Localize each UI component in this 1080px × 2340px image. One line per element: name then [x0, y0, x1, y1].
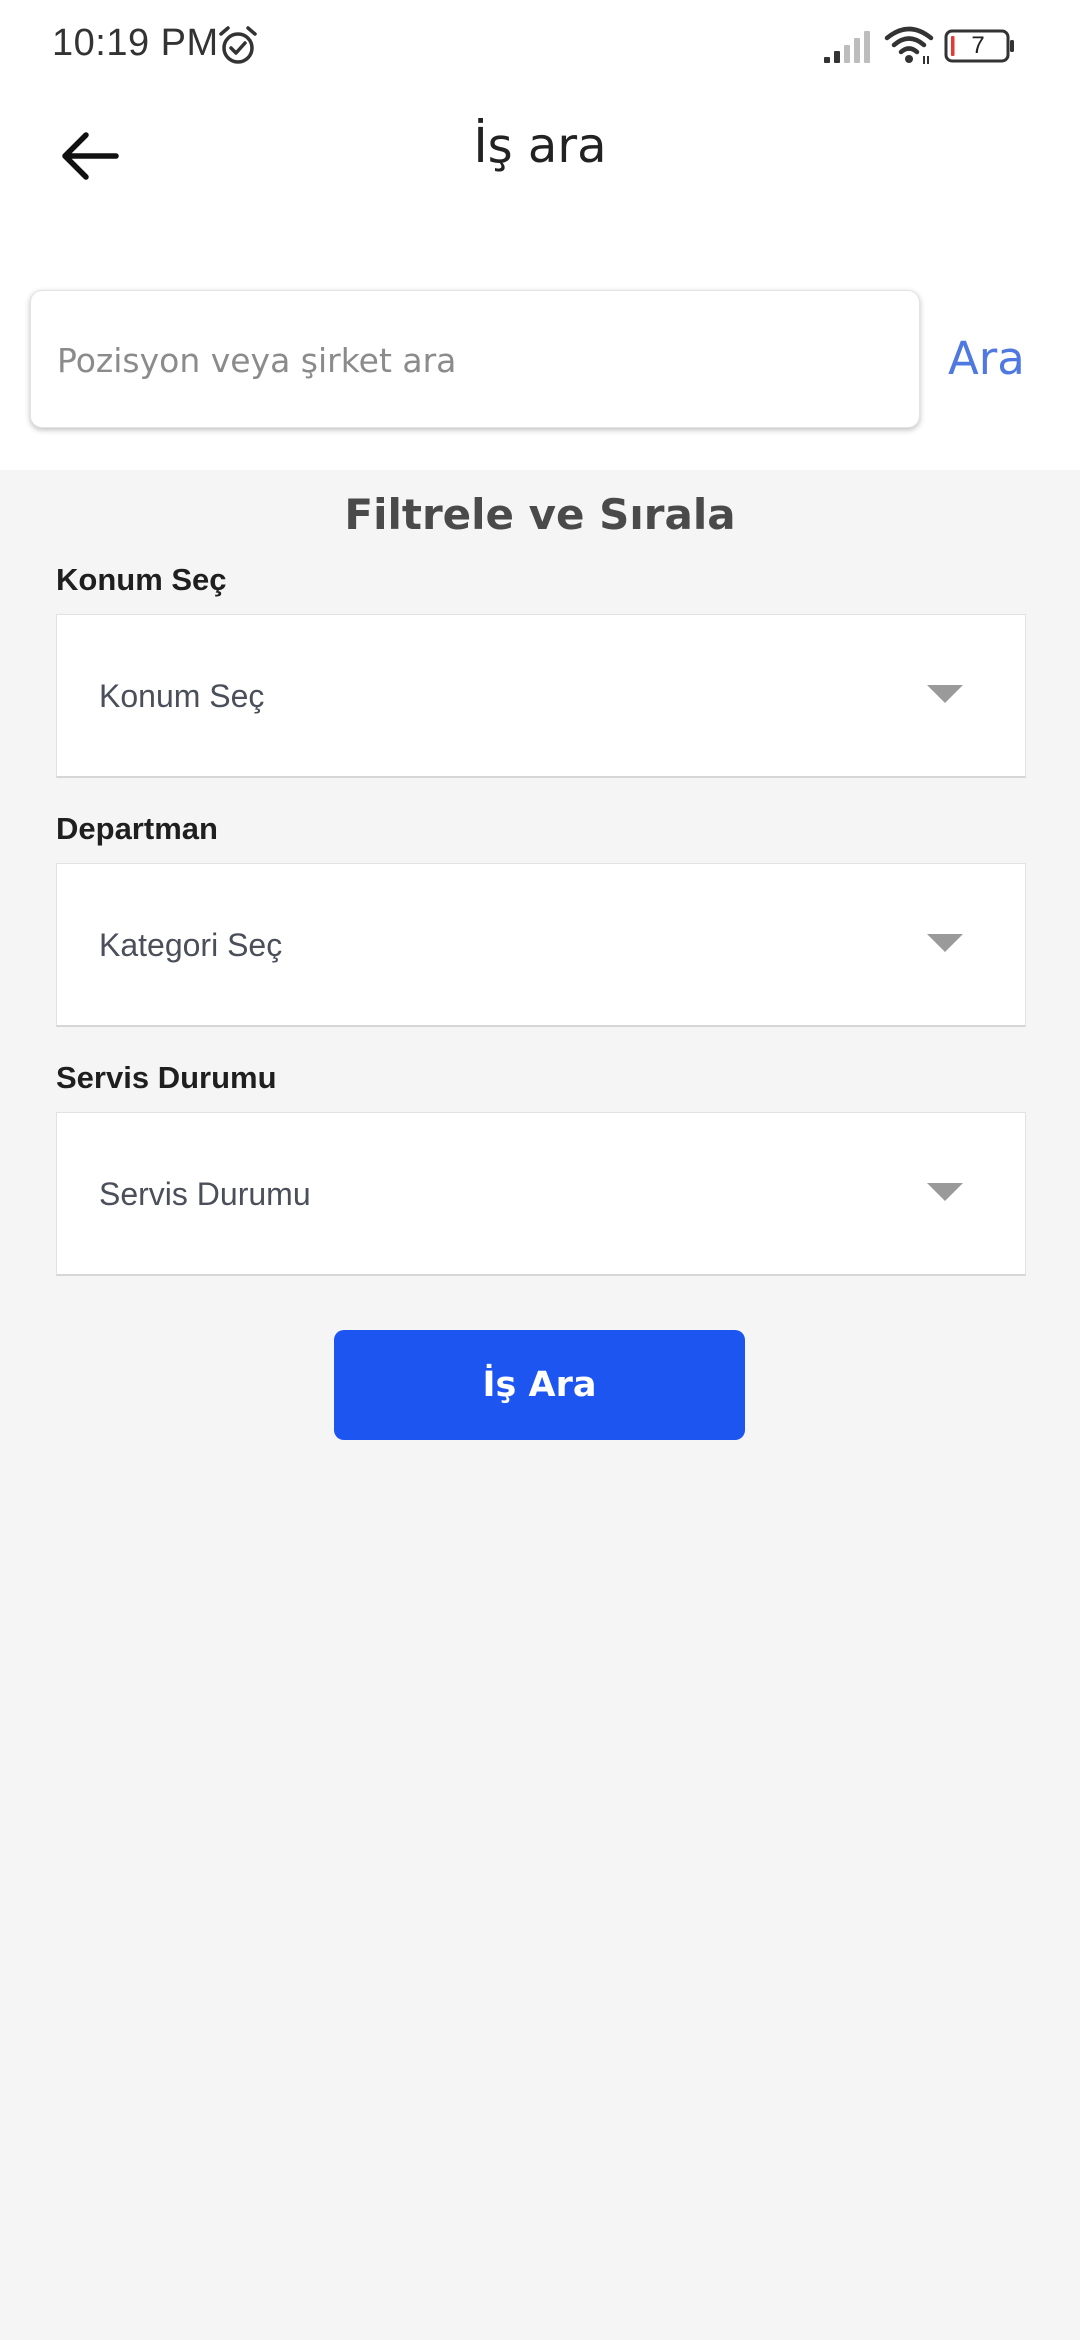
search-input[interactable] [55, 291, 899, 429]
arrow-left-icon [62, 132, 119, 180]
department-label: Departman [56, 811, 218, 846]
status-time: 10:19 PM [52, 22, 219, 64]
location-dropdown-value: Konum Seç [99, 678, 265, 714]
department-dropdown-value: Kategori Seç [99, 927, 283, 963]
signal-icon [824, 31, 870, 63]
service-status-dropdown-value: Servis Durumu [99, 1176, 311, 1212]
search-jobs-button[interactable]: İş Ara [334, 1330, 745, 1440]
alarm-icon [219, 26, 257, 64]
chevron-down-icon [927, 685, 963, 703]
battery-level: 7 [971, 32, 985, 59]
status-bar: 10:19 PM 7 [0, 0, 1080, 92]
service-status-dropdown[interactable]: Servis Durumu [56, 1112, 1026, 1276]
chevron-down-icon [927, 934, 963, 952]
back-button[interactable] [48, 120, 132, 192]
wifi-icon [884, 26, 934, 64]
location-dropdown[interactable]: Konum Seç [56, 614, 1026, 778]
service-status-label: Servis Durumu [56, 1060, 277, 1095]
department-dropdown[interactable]: Kategori Seç [56, 863, 1026, 1027]
location-label: Konum Seç [56, 562, 227, 597]
chevron-down-icon [927, 1183, 963, 1201]
search-button[interactable]: Ara [948, 332, 1025, 385]
page-title: İş ara [473, 118, 607, 174]
filter-section-title: Filtrele ve Sırala [344, 490, 736, 539]
search-box [30, 290, 920, 429]
